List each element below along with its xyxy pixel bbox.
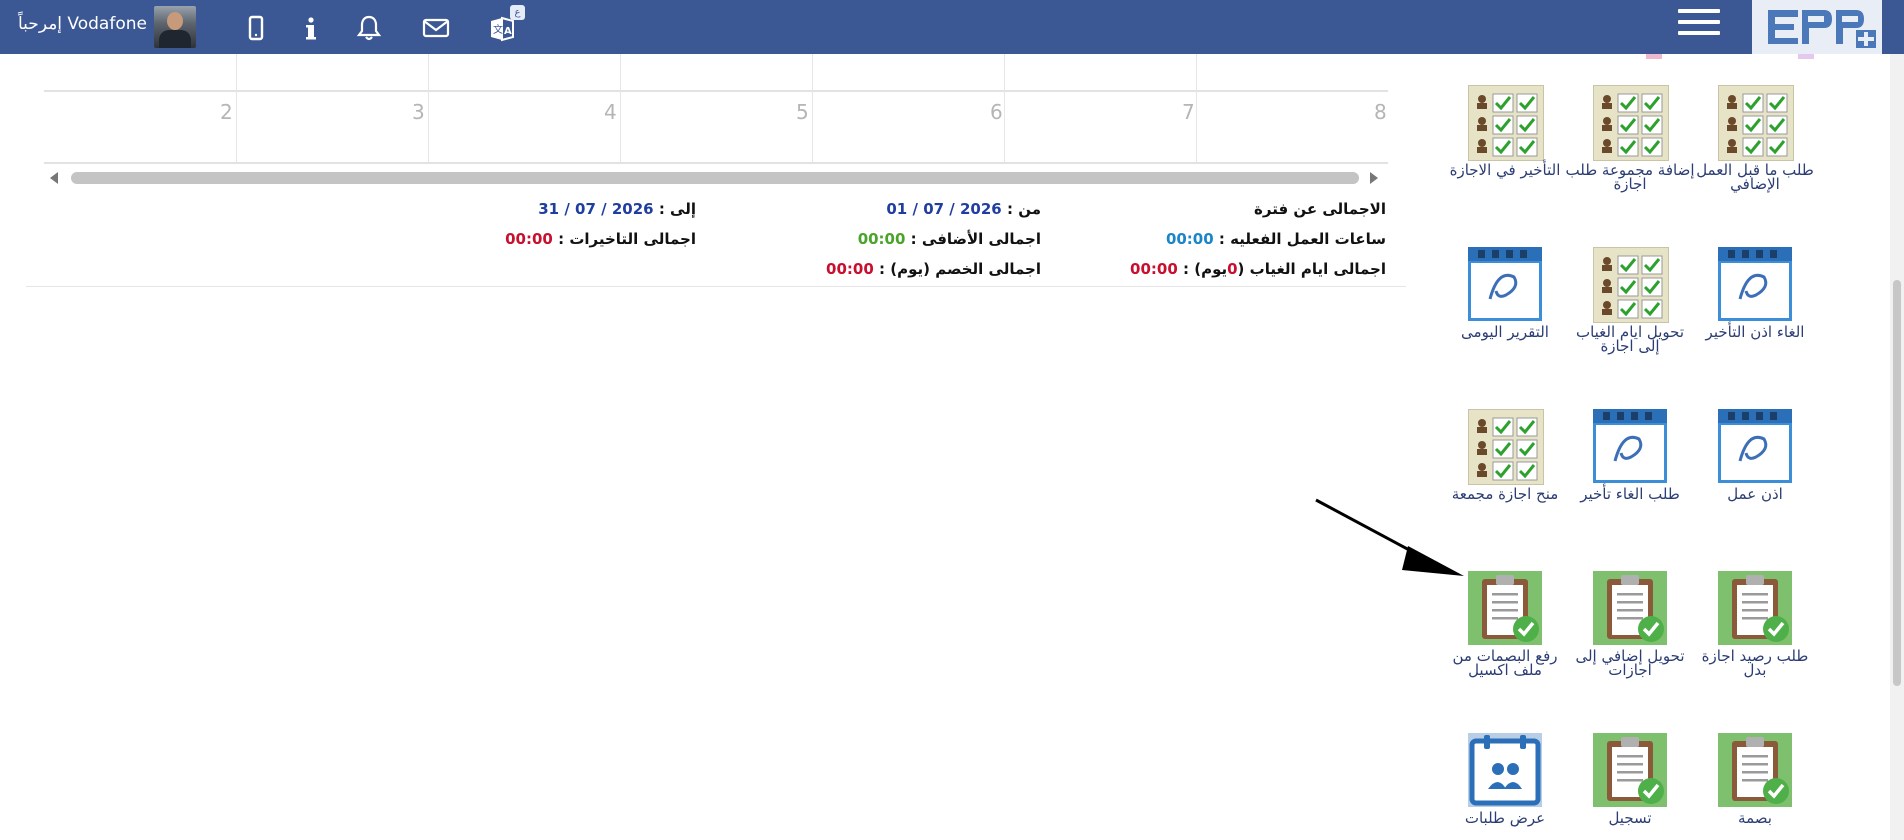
absence-label-pre: اجمالى ايام الغياب ( xyxy=(1237,260,1386,278)
language-badge: ع xyxy=(510,5,525,20)
calendar-icon[interactable] xyxy=(1718,409,1792,483)
checklist-icon[interactable] xyxy=(1468,409,1544,485)
from-label: من : xyxy=(1006,200,1041,218)
from-date: من : 2026 / 07 / 01 xyxy=(886,200,1041,218)
menu-tile-label[interactable]: الغاء اذن التأخير xyxy=(1688,325,1822,340)
checklist-icon[interactable] xyxy=(1718,85,1794,161)
menu-tile-label[interactable]: رفع البصمات من ملف اكسيل xyxy=(1438,649,1572,678)
clipboard-check-icon[interactable] xyxy=(1593,571,1667,645)
menu-tile-label[interactable]: اذن عمل xyxy=(1688,487,1822,502)
decor-mark xyxy=(1798,54,1814,59)
svg-text:A: A xyxy=(504,26,512,37)
from-value: 2026 / 07 / 01 xyxy=(886,200,1002,218)
decor-mark xyxy=(1646,54,1662,59)
hamburger-menu-icon[interactable] xyxy=(1678,4,1722,44)
mobile-icon[interactable] xyxy=(240,12,272,44)
menu-tile-label[interactable]: عرض طلبات xyxy=(1438,811,1572,826)
menu-tile-label[interactable]: تحويل إضافي إلى اجازات xyxy=(1563,649,1697,678)
calendar-day-number[interactable]: 2 xyxy=(220,100,233,124)
delays-value: 00:00 xyxy=(505,230,553,248)
absence-days: 0 xyxy=(1227,260,1238,278)
scroll-right-arrow-icon[interactable] xyxy=(1370,172,1378,184)
top-navbar: إمرحباً Vodafone 文 A ع xyxy=(0,0,1904,54)
calendar-day-number[interactable]: 4 xyxy=(604,100,617,124)
horizontal-scrollbar[interactable] xyxy=(44,168,1388,188)
scrollbar-thumb[interactable] xyxy=(71,172,1359,184)
menu-tile-label[interactable]: إضافة مجموعة طلب اجازة xyxy=(1563,163,1697,192)
actual-hours: ساعات العمل الفعليه : 00:00 xyxy=(1166,230,1386,248)
menu-tile-label[interactable]: طلب رصيد اجازة بدل xyxy=(1688,649,1822,678)
mail-icon[interactable] xyxy=(420,12,452,44)
svg-text:文: 文 xyxy=(493,23,503,36)
actual-hours-value: 00:00 xyxy=(1165,230,1214,248)
to-label: إلى : xyxy=(658,200,696,218)
erp-logo[interactable] xyxy=(1752,0,1882,54)
menu-tile-label[interactable]: التأخير في الاجازة xyxy=(1438,163,1572,178)
actual-hours-label: ساعات العمل الفعليه : xyxy=(1218,230,1386,248)
absence-value: 00:00 xyxy=(1130,260,1178,278)
menu-tile-label[interactable]: طلب الغاء تأخير xyxy=(1563,487,1697,502)
deduction-label: اجمالى الخصم (يوم) : xyxy=(879,260,1041,278)
absence-total: اجمالى ايام الغياب (0يوم) : 00:00 xyxy=(1130,260,1386,278)
scroll-left-arrow-icon[interactable] xyxy=(50,172,58,184)
vertical-scrollbar[interactable] xyxy=(1890,54,1904,840)
checklist-icon[interactable] xyxy=(1468,85,1544,161)
menu-tile-label[interactable]: التقرير اليومى xyxy=(1438,325,1572,340)
totals-divider xyxy=(26,286,1406,287)
clipboard-check-icon[interactable] xyxy=(1593,733,1667,807)
deduction-total: اجمالى الخصم (يوم) : 00:00 xyxy=(826,260,1041,278)
period-label: الاجمالى عن فترة xyxy=(1254,200,1386,218)
overtime-total: اجمالى الأضافى : 00:00 xyxy=(858,230,1041,248)
pointer-arrow xyxy=(1315,498,1464,576)
clipboard-check-icon[interactable] xyxy=(1718,571,1792,645)
delays-label: اجمالى التاخيرات : xyxy=(558,230,696,248)
bell-icon[interactable] xyxy=(353,12,385,44)
to-date: إلى : 2026 / 07 / 31 xyxy=(538,200,696,218)
calendar-day-number[interactable]: 3 xyxy=(412,100,425,124)
greeting-text: إمرحباً Vodafone xyxy=(18,14,147,34)
clipboard-check-icon[interactable] xyxy=(1718,733,1792,807)
calendar-day-number[interactable]: 8 xyxy=(1374,100,1387,124)
overtime-label: اجمالى الأضافى : xyxy=(910,230,1041,248)
menu-tile-label[interactable]: طلب ما قبل العمل الإضافي xyxy=(1688,163,1822,192)
checklist-icon[interactable] xyxy=(1593,247,1669,323)
deduction-value: 00:00 xyxy=(826,260,874,278)
menu-tile-label[interactable]: تسجيل xyxy=(1563,811,1697,826)
calendar-icon[interactable] xyxy=(1593,409,1667,483)
checklist-icon[interactable] xyxy=(1593,85,1669,161)
menu-tile-label[interactable]: تحويل ايام الغياب إلى اجازة xyxy=(1563,325,1697,354)
absence-label-post: يوم) : xyxy=(1183,260,1228,278)
delays-total: اجمالى التاخيرات : 00:00 xyxy=(505,230,696,248)
calendar-icon[interactable] xyxy=(1718,247,1792,321)
info-icon[interactable] xyxy=(295,12,327,44)
calendar-day-number[interactable]: 5 xyxy=(796,100,809,124)
calendar-people-icon[interactable] xyxy=(1468,733,1542,807)
avatar[interactable] xyxy=(154,6,196,48)
calendar-icon[interactable] xyxy=(1468,247,1542,321)
menu-tile-label[interactable]: بصمة xyxy=(1688,811,1822,826)
calendar-row xyxy=(44,54,1388,92)
overtime-value: 00:00 xyxy=(857,230,906,248)
clipboard-check-icon[interactable] xyxy=(1468,571,1542,645)
to-value: 2026 / 07 / 31 xyxy=(538,200,654,218)
calendar-day-number[interactable]: 6 xyxy=(990,100,1003,124)
calendar-day-number[interactable]: 7 xyxy=(1182,100,1195,124)
